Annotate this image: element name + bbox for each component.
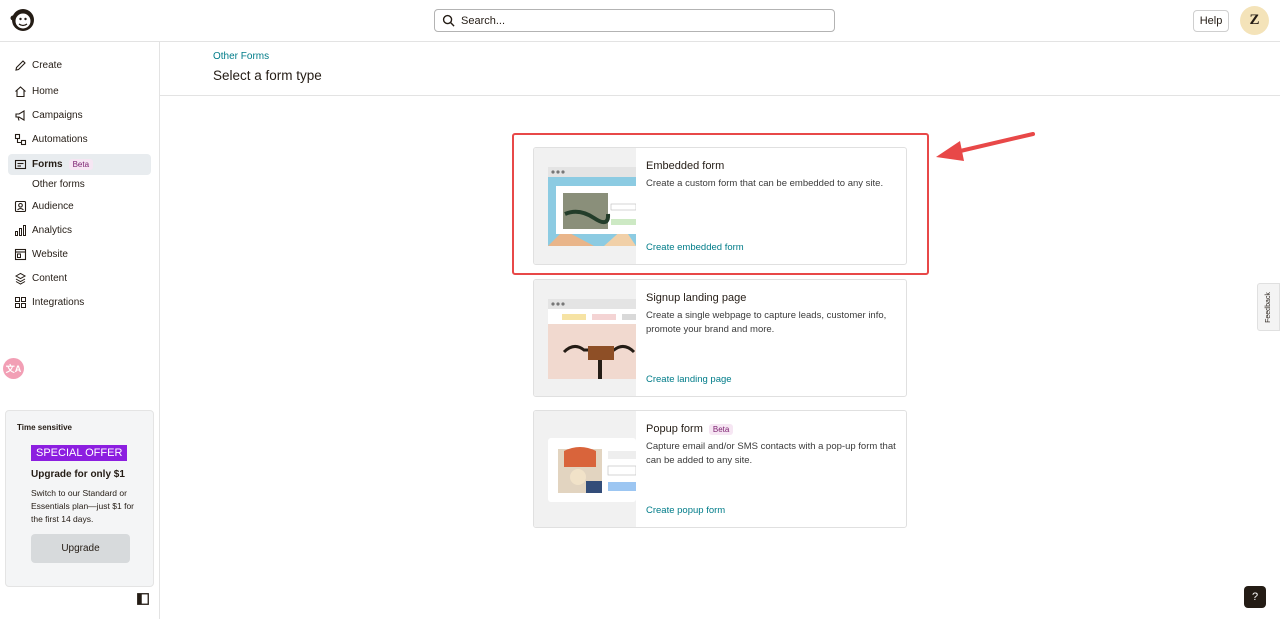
bar-chart-icon xyxy=(14,224,27,237)
time-sensitive-label: Time sensitive xyxy=(17,423,72,432)
help-button[interactable]: Help xyxy=(1193,10,1229,32)
sidebar-item-content[interactable]: Content xyxy=(8,268,151,289)
card-title: Popup form xyxy=(646,423,703,435)
annotation-arrow-icon xyxy=(936,132,1035,161)
pencil-icon xyxy=(14,59,27,72)
search-placeholder: Search... xyxy=(461,14,506,27)
breadcrumb[interactable]: Other Forms xyxy=(213,51,269,62)
upgrade-button[interactable]: Upgrade xyxy=(31,534,130,563)
forms-icon xyxy=(14,158,27,171)
page-header: Other Forms Select a form type xyxy=(160,42,1280,96)
beta-badge: Beta xyxy=(708,423,734,435)
website-icon xyxy=(14,248,27,261)
highlight-box xyxy=(512,133,929,275)
feedback-tab[interactable]: Feedback xyxy=(1257,283,1280,331)
sidebar-item-forms[interactable]: Forms Beta xyxy=(8,154,151,175)
sidebar-item-website[interactable]: Website xyxy=(8,244,151,265)
promo-panel: Time sensitive SPECIAL OFFER Upgrade for… xyxy=(5,410,154,587)
search-input[interactable]: Search... xyxy=(434,9,835,32)
create-landing-page-link[interactable]: Create landing page xyxy=(646,374,732,385)
popup-form-card[interactable]: Popup form Beta Capture email and/or SMS… xyxy=(533,410,907,528)
mailchimp-logo-icon[interactable] xyxy=(9,6,37,34)
sidebar-item-analytics[interactable]: Analytics xyxy=(8,220,151,241)
promo-description: Switch to our Standard or Essentials pla… xyxy=(31,488,134,524)
landing-page-thumbnail xyxy=(534,280,636,396)
sidebar-item-label: Automations xyxy=(32,134,88,145)
sidebar-item-label: Analytics xyxy=(32,225,73,236)
beta-badge: Beta xyxy=(68,159,94,170)
sidebar-item-label: Campaigns xyxy=(32,110,83,121)
card-title-row: Popup form Beta xyxy=(646,423,734,435)
sidebar-item-label: Home xyxy=(32,86,59,97)
collapse-sidebar-icon[interactable] xyxy=(137,592,149,605)
sidebar-item-automations[interactable]: Automations xyxy=(8,129,151,150)
create-popup-form-link[interactable]: Create popup form xyxy=(646,505,725,516)
sidebar-item-home[interactable]: Home xyxy=(8,81,151,102)
search-icon xyxy=(442,14,455,27)
card-title: Signup landing page xyxy=(646,292,747,304)
promo-title: Upgrade for only $1 xyxy=(31,469,125,480)
sidebar-item-campaigns[interactable]: Campaigns xyxy=(8,105,151,126)
page-title: Select a form type xyxy=(213,68,322,83)
help-question-button[interactable]: ? xyxy=(1244,586,1266,608)
feedback-label: Feedback xyxy=(1265,291,1272,323)
popup-form-thumbnail xyxy=(534,411,637,527)
top-bar: Search... Help Z xyxy=(0,0,1280,42)
sidebar-item-label: Create xyxy=(32,60,63,71)
home-icon xyxy=(14,85,27,98)
sidebar-item-label: Forms xyxy=(32,159,63,170)
sidebar-item-label: Integrations xyxy=(32,297,85,308)
card-description: Capture email and/or SMS contacts with a… xyxy=(646,441,896,466)
sidebar-item-label: Content xyxy=(32,273,68,284)
translate-icon[interactable]: 文A xyxy=(3,358,24,379)
content-icon xyxy=(14,272,27,285)
landing-page-card[interactable]: Signup landing page Create a single webp… xyxy=(533,279,907,397)
sidebar-item-label: Audience xyxy=(32,201,74,212)
card-description: Create a single webpage to capture leads… xyxy=(646,310,887,335)
audience-icon xyxy=(14,200,27,213)
sidebar-subitem-other-forms[interactable]: Other forms xyxy=(32,179,85,190)
automation-icon xyxy=(14,133,27,146)
sidebar-item-integrations[interactable]: Integrations xyxy=(8,292,151,313)
sidebar-item-audience[interactable]: Audience xyxy=(8,196,151,217)
avatar[interactable]: Z xyxy=(1240,6,1269,35)
grid-icon xyxy=(14,296,27,309)
special-offer-badge: SPECIAL OFFER xyxy=(31,445,128,461)
sidebar-item-label: Website xyxy=(32,249,68,260)
sidebar-item-create[interactable]: Create xyxy=(8,55,151,76)
megaphone-icon xyxy=(14,109,27,122)
